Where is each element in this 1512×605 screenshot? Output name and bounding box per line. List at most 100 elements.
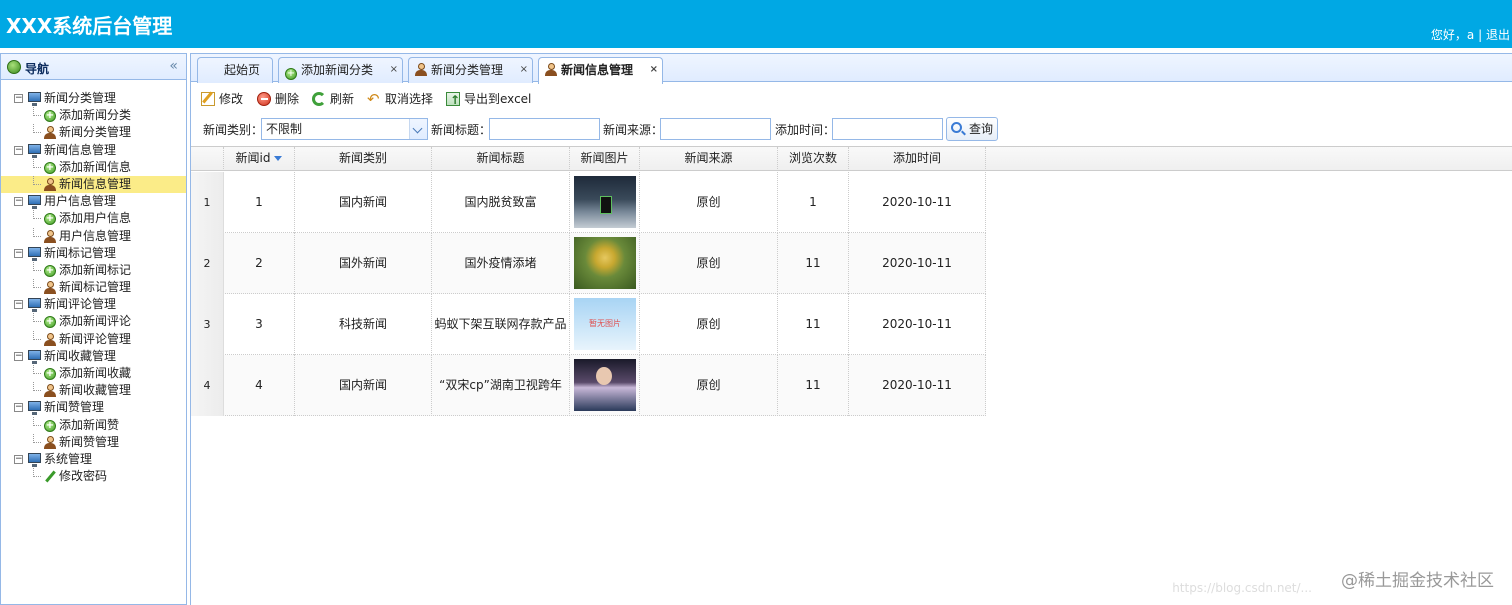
search-icon: [951, 122, 962, 133]
table-row[interactable]: 1 1 国内新闻 国内脱贫致富 原创 1 2020-10-11: [191, 172, 986, 233]
tree-item[interactable]: + 添加用户信息: [1, 210, 186, 227]
title-input[interactable]: [489, 118, 600, 140]
logout-link[interactable]: 退出: [1486, 28, 1510, 42]
edit-button[interactable]: 修改: [201, 89, 243, 109]
tree-item[interactable]: + 添加新闻收藏: [1, 365, 186, 382]
tree-item[interactable]: 新闻收藏管理: [1, 382, 186, 399]
tree-item[interactable]: 新闻信息管理: [1, 175, 186, 194]
undo-icon: [367, 89, 381, 109]
collapse-toggle-icon[interactable]: −: [14, 197, 23, 207]
collapse-toggle-icon[interactable]: −: [14, 300, 23, 310]
collapse-toggle-icon[interactable]: −: [14, 454, 23, 464]
refresh-button[interactable]: 刷新: [312, 89, 354, 109]
tree-group[interactable]: − 新闻评论管理: [1, 296, 186, 313]
cell-time: 2020-10-11: [849, 294, 986, 355]
image-cell: [570, 233, 640, 294]
tree-group-label: 新闻收藏管理: [44, 348, 117, 363]
query-button[interactable]: 查询: [946, 117, 998, 141]
tree-group[interactable]: − 新闻赞管理: [1, 399, 186, 416]
export-label: 导出到excel: [464, 92, 532, 106]
column-header[interactable]: 新闻id: [224, 147, 295, 171]
tree-line: [33, 313, 41, 323]
cell-id: 3: [224, 294, 295, 355]
computer-icon: [28, 143, 41, 158]
rownum-header: [191, 147, 224, 171]
tree-item-label: 用户信息管理: [59, 228, 132, 243]
tab-4[interactable]: 新闻信息管理 ×: [538, 57, 663, 84]
nav-title: 导航: [25, 62, 50, 76]
tab-1[interactable]: 起始页: [197, 57, 273, 83]
main-area: 起始页+添加新闻分类×新闻分类管理×新闻信息管理× 修改 删除 刷新 取消选择 …: [190, 53, 1512, 605]
tree-line: [33, 330, 41, 340]
collapse-toggle-icon[interactable]: −: [14, 145, 23, 155]
tree-item[interactable]: 新闻分类管理: [1, 124, 186, 141]
category-select[interactable]: 不限制: [261, 118, 428, 140]
tree-item[interactable]: 用户信息管理: [1, 227, 186, 245]
news-thumbnail: 暂无图片: [574, 298, 636, 350]
image-cell: [570, 355, 640, 416]
column-header[interactable]: 浏览次数: [778, 147, 849, 171]
tree-item[interactable]: + 添加新闻信息: [1, 158, 186, 176]
tree-group[interactable]: − 系统管理: [1, 451, 186, 468]
add-icon: +: [44, 316, 56, 329]
app-title: XXX系统后台管理: [6, 14, 173, 38]
tree-item[interactable]: + 添加新闻评论: [1, 313, 186, 330]
column-header[interactable]: 添加时间: [849, 147, 986, 171]
tree-group[interactable]: − 新闻收藏管理: [1, 348, 186, 365]
grid-header: 新闻id 新闻类别 新闻标题 新闻图片 新闻来源 浏览次数 添加时间: [191, 147, 1512, 171]
column-header[interactable]: 新闻标题: [432, 147, 570, 171]
time-input[interactable]: [832, 118, 943, 140]
row-number: 2: [191, 233, 224, 294]
export-excel-button[interactable]: 导出到excel: [446, 89, 532, 110]
computer-icon: [28, 92, 41, 106]
column-header[interactable]: 新闻来源: [640, 147, 778, 171]
cancel-select-label: 取消选择: [385, 92, 434, 106]
add-icon: +: [44, 419, 56, 432]
cell-source: 原创: [640, 294, 778, 355]
column-header[interactable]: 新闻图片: [570, 147, 640, 171]
tree-item[interactable]: 修改密码: [1, 468, 186, 485]
cell-title: 国外疫情添堵: [432, 233, 570, 294]
collapse-nav-button[interactable]: «: [169, 58, 178, 74]
collapse-toggle-icon[interactable]: −: [14, 403, 23, 413]
close-icon[interactable]: ×: [650, 58, 658, 82]
tree-item[interactable]: 新闻评论管理: [1, 330, 186, 348]
collapse-toggle-icon[interactable]: −: [14, 351, 23, 361]
tree-item[interactable]: + 添加新闻赞: [1, 416, 186, 434]
cancel-select-button[interactable]: 取消选择: [367, 89, 433, 109]
tree-group-label: 新闻分类管理: [44, 91, 117, 105]
table-row[interactable]: 4 4 国内新闻 “双宋cp”湖南卫视跨年 原创 11 2020-10-11: [191, 355, 986, 416]
tree-group[interactable]: − 用户信息管理: [1, 193, 186, 210]
tree-item[interactable]: + 添加新闻分类: [1, 107, 186, 124]
user-area: 您好，a | 退出: [1431, 26, 1510, 43]
tree-group[interactable]: − 新闻标记管理: [1, 245, 186, 262]
close-icon[interactable]: ×: [390, 58, 398, 82]
column-header[interactable]: 新闻类别: [295, 147, 432, 171]
collapse-toggle-icon[interactable]: −: [14, 94, 23, 103]
collapse-toggle-icon[interactable]: −: [14, 248, 23, 258]
delete-button[interactable]: 删除: [257, 89, 299, 109]
tab-2[interactable]: + 添加新闻分类 ×: [278, 57, 403, 83]
add-icon: +: [44, 110, 56, 123]
chevron-down-icon[interactable]: [409, 119, 427, 139]
tab-3[interactable]: 新闻分类管理 ×: [408, 57, 533, 83]
tree-group[interactable]: − 新闻分类管理: [1, 90, 186, 107]
watermark-url: https://blog.csdn.net/...: [1172, 581, 1312, 595]
sort-desc-icon[interactable]: [274, 156, 283, 161]
source-input[interactable]: [660, 118, 771, 140]
tree-group[interactable]: − 新闻信息管理: [1, 142, 186, 159]
nav-tree: − 新闻分类管理 + 添加新闻分类 新闻分类管理 − 新闻信息管理 + 添加新闻信息 新闻信息管理…: [1, 90, 186, 485]
computer-icon: [28, 298, 41, 313]
table-row[interactable]: 2 2 国外新闻 国外疫情添堵 原创 11 2020-10-11: [191, 233, 986, 294]
close-icon[interactable]: ×: [520, 58, 528, 82]
delete-icon: [257, 92, 271, 106]
tree-item[interactable]: + 添加新闻标记: [1, 261, 186, 279]
tree-item[interactable]: 新闻赞管理: [1, 433, 186, 451]
tree-line: [33, 158, 41, 168]
cell-views: 11: [778, 355, 849, 416]
table-row[interactable]: 3 3 科技新闻 蚂蚁下架互联网存款产品 暂无图片 原创 11 2020-10-11: [191, 294, 986, 355]
top-header: XXX系统后台管理 您好，a | 退出: [0, 0, 1512, 48]
cell-category: 国内新闻: [295, 355, 432, 416]
cell-id: 4: [224, 355, 295, 416]
tree-item[interactable]: 新闻标记管理: [1, 279, 186, 296]
